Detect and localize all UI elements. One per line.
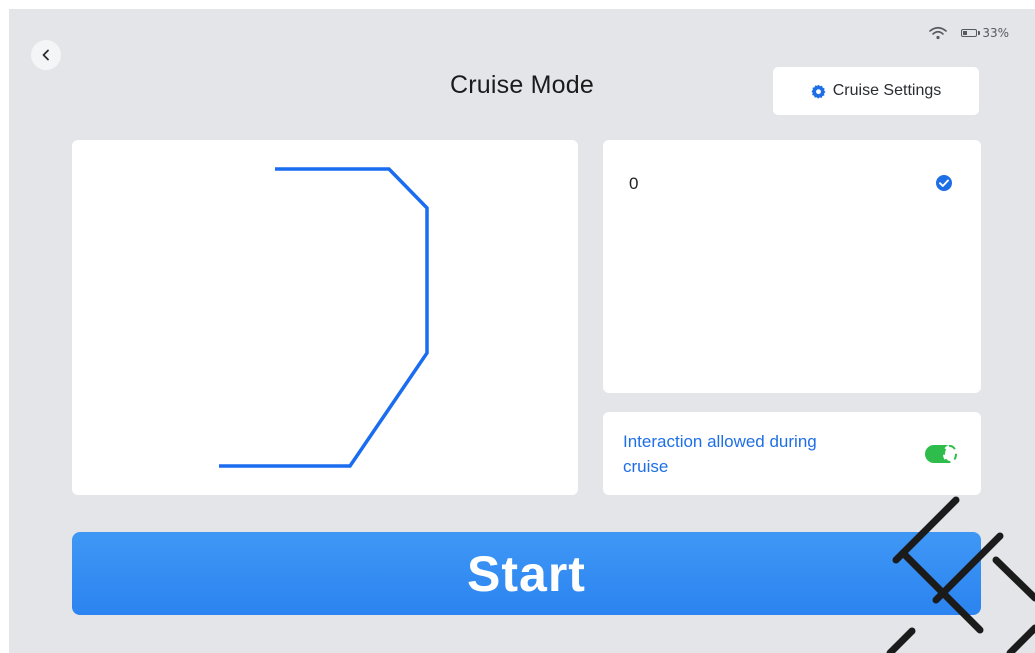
interaction-toggle[interactable] (925, 445, 957, 463)
route-map-panel (72, 140, 578, 495)
status-bar: 33% (929, 23, 1009, 43)
check-circle-icon (936, 175, 952, 191)
route-list-panel: 0 (603, 140, 981, 393)
cruise-settings-label: Cruise Settings (832, 82, 942, 99)
route-list-item[interactable]: 0 (603, 170, 981, 198)
route-path (219, 167, 429, 468)
battery-indicator: 33% (961, 26, 1009, 40)
back-button[interactable] (31, 40, 61, 70)
gear-icon (811, 84, 826, 99)
route-name: 0 (629, 174, 639, 193)
interaction-setting-label: Interaction allowed during cruise (623, 432, 817, 476)
route-path-drawing (219, 167, 429, 468)
battery-percentage: 33% (982, 26, 1009, 40)
toggle-knob (943, 445, 957, 463)
wifi-icon (929, 26, 948, 40)
battery-icon (961, 29, 981, 37)
interaction-setting-panel: Interaction allowed during cruise (603, 412, 981, 495)
chevron-left-icon (42, 49, 49, 61)
cruise-settings-button[interactable]: Cruise Settings (773, 67, 979, 115)
cruise-mode-screen: 33% Cruise Mode Cruise Settings 0 Intera… (9, 9, 1035, 653)
battery-fill (963, 31, 968, 35)
start-button[interactable]: Start (72, 532, 981, 615)
